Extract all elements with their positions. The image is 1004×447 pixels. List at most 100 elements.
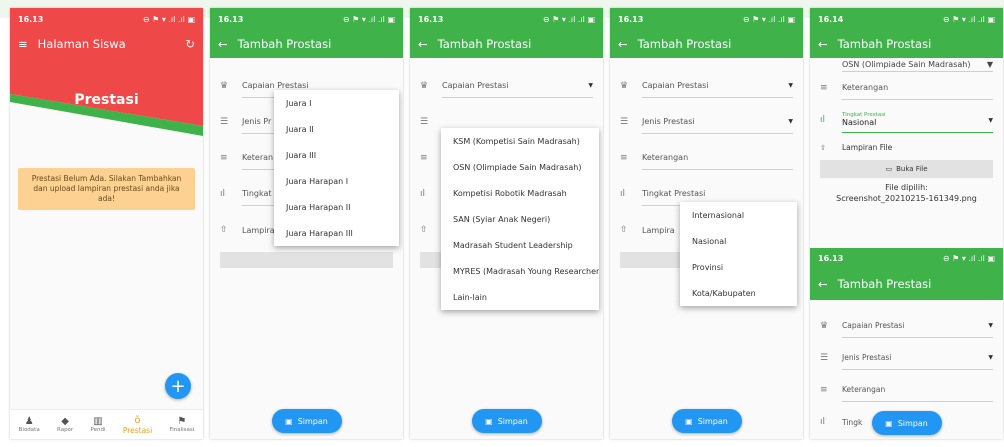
app-bar: ← Tambah Prostasi xyxy=(210,30,403,58)
screen-form-jenis: 16.13 ⊖ ⚑ ▾ .ıl .ıl ▣ ← Tambah Prostasi … xyxy=(410,8,603,439)
dropdown-option[interactable]: Kota/Kabupaten xyxy=(680,280,797,306)
dropdown-option[interactable]: Lain-lain xyxy=(441,284,599,310)
page-title: Tambah Prostasi xyxy=(437,37,532,51)
dropdown-option[interactable]: Juara III xyxy=(274,142,399,168)
back-arrow-icon[interactable]: ← xyxy=(818,277,828,291)
simpan-label: Simpan xyxy=(697,416,728,426)
page-title: Tambah Prostasi xyxy=(237,37,332,51)
upload-icon: ⇧ xyxy=(620,225,628,235)
flag-icon: ⚑ xyxy=(177,416,187,427)
keterangan-field[interactable]: ≡ Keterangan xyxy=(820,374,993,406)
page-title: Halaman Siswa xyxy=(37,37,126,51)
menu-icon[interactable]: ≡ xyxy=(18,37,28,51)
upload-icon: ⇧ xyxy=(820,142,827,152)
status-icons: ⊖ ⚑ ▾ .ıl .ıl ▣ xyxy=(742,14,795,24)
dropdown-option[interactable]: Juara Harapan I xyxy=(274,168,399,194)
dropdown-option[interactable]: OSN (Olimpiade Sain Madrasah) xyxy=(441,154,599,180)
nav-label: Rapor xyxy=(57,427,74,433)
status-icons: ⊖ ⚑ ▾ .ıl .ıl ▣ xyxy=(942,253,995,263)
notes-icon: ≡ xyxy=(220,153,228,163)
field-value: OSN (Olimpiade Sain Madrasah) xyxy=(842,60,971,69)
page-title: Tambah Prostasi xyxy=(637,37,732,51)
status-icons: ⊖ ⚑ ▾ .ıl .ıl ▣ xyxy=(542,14,595,24)
list-icon: ☰ xyxy=(220,117,229,127)
nav-item-biodata[interactable]: ♟ Biodata xyxy=(19,416,40,433)
jenis-field[interactable]: ☰ Jenis Prestasi ▼ xyxy=(820,342,993,374)
jenis-field[interactable]: ☰ Jenis Prestasi ▼ xyxy=(620,104,793,140)
field-label: Capaian Prestasi xyxy=(442,81,509,90)
keterangan-field[interactable]: ≡ Keterangan xyxy=(820,72,993,104)
simpan-button[interactable]: ▣ Simpan xyxy=(671,409,742,433)
dropdown-option[interactable]: Kompetisi Robotik Madrasah xyxy=(441,180,599,206)
back-arrow-icon[interactable]: ← xyxy=(218,37,228,51)
dropdown-option[interactable]: KSM (Kompetisi Sain Madrasah) xyxy=(441,128,599,154)
notes-icon: ≡ xyxy=(420,153,428,163)
keterangan-field[interactable]: ≡ Keterangan xyxy=(620,140,793,176)
simpan-button[interactable]: ▣ Simpan xyxy=(271,409,342,433)
nav-item-rapor[interactable]: ◆ Rapor xyxy=(57,416,73,433)
list-icon: ☰ xyxy=(420,117,429,127)
screen-halaman-siswa: 16.13 ⊖ ⚑ ▾ .ıl .ıl ▣ ≡ Halaman Siswa ↻ … xyxy=(10,8,203,439)
dropdown-option[interactable]: Juara Harapan III xyxy=(274,220,399,246)
capaian-field[interactable]: ♛ Capaian Prestasi ▼ xyxy=(820,310,993,342)
screen-form-tingkat: 16.13 ⊖ ⚑ ▾ .ıl .ıl ▣ ← Tambah Prostasi … xyxy=(610,8,803,439)
capaian-field[interactable]: ♛ Capaian Prestasi ▼ xyxy=(620,68,793,104)
list-icon: ☰ xyxy=(620,117,629,127)
dropdown-option[interactable]: Juara II xyxy=(274,116,399,142)
notes-icon: ≡ xyxy=(620,153,628,163)
dropdown-option[interactable]: Juara Harapan II xyxy=(274,194,399,220)
jenis-field-value[interactable]: OSN (Olimpiade Sain Madrasah) ▼ xyxy=(842,58,993,72)
status-icons: ⊖ ⚑ ▾ .ıl .ıl ▣ xyxy=(342,14,395,24)
buka-file-button[interactable]: ▭ Buka File xyxy=(820,160,993,178)
field-label: Lampira xyxy=(242,225,275,235)
app-bar: ← Tambah Prostasi xyxy=(610,30,803,58)
add-prestasi-button[interactable]: + xyxy=(165,373,191,399)
capaian-field[interactable]: ♛ Capaian Prestasi ▼ xyxy=(420,68,593,104)
dropdown-option[interactable]: Internasional xyxy=(680,202,797,228)
back-arrow-icon[interactable]: ← xyxy=(418,37,428,51)
screens-row: 16.13 ⊖ ⚑ ▾ .ıl .ıl ▣ ≡ Halaman Siswa ↻ … xyxy=(10,8,1003,439)
status-bar: 16.13 ⊖ ⚑ ▾ .ıl .ıl ▣ xyxy=(810,248,1003,268)
scrolled-form: OSN (Olimpiade Sain Madrasah) ▼ ≡ Ketera… xyxy=(810,58,1003,204)
dropdown-option[interactable]: SAN (Syiar Anak Negeri) xyxy=(441,206,599,232)
folder-icon: ▭ xyxy=(885,165,893,173)
nav-item-prestasi[interactable]: ŏ Prestasi xyxy=(123,415,152,435)
nav-item-finalisasi[interactable]: ⚑ Finalisasi xyxy=(169,416,194,433)
status-bar: 16.14 ⊖ ⚑ ▾ .ıl .ıl ▣ xyxy=(810,8,1003,30)
refresh-icon[interactable]: ↻ xyxy=(185,37,195,51)
status-bar: 16.13 ⊖ ⚑ ▾ .ıl .ıl ▣ xyxy=(10,8,203,30)
screen-form-juara: 16.13 ⊖ ⚑ ▾ .ıl .ıl ▣ ← Tambah Prostasi … xyxy=(210,8,403,439)
graduation-cap-icon: ◆ xyxy=(61,416,69,427)
status-bar: 16.13 ⊖ ⚑ ▾ .ıl .ıl ▣ xyxy=(610,8,803,30)
page-title: Tambah Prestasi xyxy=(837,277,932,291)
upload-icon: ⇧ xyxy=(420,225,428,235)
back-arrow-icon[interactable]: ← xyxy=(818,37,828,51)
app-bar: ← Tambah Prostasi xyxy=(810,30,1003,58)
notes-icon: ≡ xyxy=(820,83,828,93)
dropdown-option[interactable]: Madrasah Student Leadership xyxy=(441,232,599,258)
dropdown-option[interactable]: Juara I xyxy=(274,90,399,116)
back-arrow-icon[interactable]: ← xyxy=(618,37,628,51)
nav-item-pendi[interactable]: ▥ Pendi xyxy=(91,416,106,433)
simpan-button[interactable]: ▣ Simpan xyxy=(471,409,542,433)
file-name: Screenshot_20210215-161349.png xyxy=(836,194,977,203)
status-icons: ⊖ ⚑ ▾ .ıl .ıl ▣ xyxy=(142,14,195,24)
status-time: 16.13 xyxy=(618,14,644,24)
simpan-button[interactable]: ▣ Simpan xyxy=(871,411,942,435)
dropdown-option[interactable]: Provinsi xyxy=(680,254,797,280)
app-bar: ← Tambah Prestasi xyxy=(810,268,1003,300)
dropdown-caret-icon: ▼ xyxy=(588,82,593,89)
dropdown-option[interactable]: MYRES (Madrasah Young Researcher) xyxy=(441,258,599,284)
simpan-label: Simpan xyxy=(897,418,928,428)
list-icon: ☰ xyxy=(820,353,829,363)
building-icon: ▥ xyxy=(93,416,103,427)
bottom-nav: ♟ Biodata ◆ Rapor ▥ Pendi ŏ Prestasi ⚑ F… xyxy=(10,409,203,439)
status-bar: 16.13 ⊖ ⚑ ▾ .ıl .ıl ▣ xyxy=(410,8,603,30)
dropdown-option[interactable]: Nasional xyxy=(680,228,797,254)
dropdown-caret-icon: ▼ xyxy=(788,118,793,125)
buka-file-button[interactable] xyxy=(220,252,393,268)
banner-title: Prestasi xyxy=(74,92,139,108)
tingkat-field[interactable]: ıl Tingkat Prestasi Nasional ▼ xyxy=(820,104,993,136)
field-label: Keterangan xyxy=(842,385,886,394)
field-label: Capaian Prestasi xyxy=(242,81,309,90)
